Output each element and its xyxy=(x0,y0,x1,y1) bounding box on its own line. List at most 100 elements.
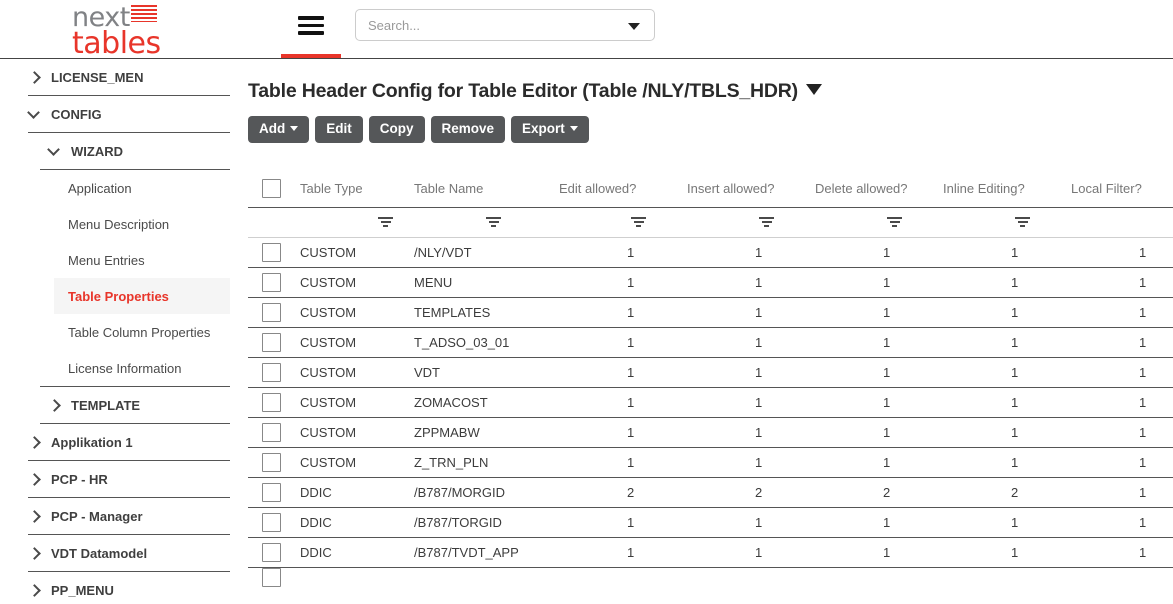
sidebar-item-menu-description[interactable]: Menu Description xyxy=(0,206,240,242)
edit-button[interactable]: Edit xyxy=(315,116,363,143)
filter-icon[interactable] xyxy=(631,216,646,228)
select-all-checkbox[interactable] xyxy=(262,179,281,199)
cell-table-type: CUSTOM xyxy=(300,334,357,350)
row-select-cell xyxy=(248,477,300,507)
export-button[interactable]: Export xyxy=(511,116,589,143)
table-row[interactable]: DDIC/B787/TORGID 1 1 1 1 1 xyxy=(248,507,1173,537)
sidebar-item-table-column-properties[interactable]: Table Column Properties xyxy=(0,314,240,350)
sidebar-item-menu-entries[interactable]: Menu Entries xyxy=(0,242,240,278)
table-header-row: Table Type Table Name Edit allowed? Insert … xyxy=(248,175,1173,207)
cell-value: 1 xyxy=(755,394,763,410)
cell-value: 1 xyxy=(627,394,635,410)
row-checkbox[interactable] xyxy=(262,512,281,532)
sidebar-item-pcp-manager[interactable]: PCP - Manager xyxy=(0,498,240,534)
copy-button[interactable]: Copy xyxy=(368,116,425,143)
table-row[interactable]: CUSTOM/NLY/VDT 1 1 1 1 1 xyxy=(248,237,1173,267)
column-header[interactable]: Delete allowed? xyxy=(815,175,943,207)
cell-value: 1 xyxy=(627,304,635,320)
add-button[interactable]: Add xyxy=(248,116,310,143)
sidebar-item-config[interactable]: CONFIG xyxy=(0,96,240,132)
table-row[interactable]: CUSTOM TEMPLATES 1 1 1 1 1 xyxy=(248,297,1173,327)
row-select-cell xyxy=(248,507,300,537)
logo[interactable]: next tables xyxy=(72,4,232,61)
sidebar-item-pcp-hr[interactable]: PCP - HR xyxy=(0,461,240,497)
sidebar-item-table-properties[interactable]: Table Properties xyxy=(54,278,230,314)
cell-table-name: ZOMACOST xyxy=(414,394,488,410)
row-checkbox[interactable] xyxy=(262,542,281,562)
table-row[interactable]: CUSTOM ZPPMABW 1 1 1 1 1 xyxy=(248,417,1173,447)
table-row[interactable] xyxy=(248,567,1173,587)
row-checkbox[interactable] xyxy=(262,362,281,382)
filter-icon[interactable] xyxy=(378,216,393,228)
sidebar-item-label: Table Properties xyxy=(68,288,169,304)
cell-value: 1 xyxy=(1139,484,1147,500)
sidebar-item-pp-menu[interactable]: PP_MENU xyxy=(0,572,240,604)
cell-value: 1 xyxy=(1139,424,1147,440)
row-checkbox[interactable] xyxy=(262,452,281,472)
table-row[interactable]: CUSTOM Z_TRN_PLN 1 1 1 1 1 xyxy=(248,447,1173,477)
filter-cell xyxy=(559,207,687,238)
sidebar-item-vdt-datamodel[interactable]: VDT Datamodel xyxy=(0,535,240,571)
cell-table-type: CUSTOM xyxy=(300,244,357,260)
caret-down-icon xyxy=(290,126,299,131)
row-checkbox[interactable] xyxy=(262,567,281,587)
row-select-cell xyxy=(248,237,300,267)
cell-value: 1 xyxy=(883,364,891,380)
column-header[interactable]: Local Filter? xyxy=(1071,175,1173,207)
cell-value: 1 xyxy=(883,304,891,320)
column-header[interactable]: Edit allowed? xyxy=(559,175,687,207)
sidebar-item-template[interactable]: TEMPLATE xyxy=(0,387,240,423)
cell-table-name: /B787/TORGID xyxy=(414,514,502,530)
action-toolbar: Add Edit Copy Remove Export xyxy=(248,116,1165,143)
table-row[interactable]: DDIC/B787/MORGID 2 2 2 2 1 xyxy=(248,477,1173,507)
hamburger-menu-icon[interactable] xyxy=(298,16,324,36)
caret-down-icon[interactable] xyxy=(805,84,822,95)
sidebar-item-license-men[interactable]: LICENSE_MEN xyxy=(0,59,240,95)
button-label: Add xyxy=(259,121,286,136)
table-row[interactable]: CUSTOM MENU 1 1 1 1 1 xyxy=(248,267,1173,297)
cell-value xyxy=(815,567,943,587)
search-box[interactable] xyxy=(355,9,655,41)
cell-value: 2 xyxy=(755,484,763,500)
sidebar-item-application[interactable]: Application xyxy=(0,170,240,206)
cell-table-type: DDIC xyxy=(300,544,332,560)
active-menu-indicator xyxy=(281,54,341,58)
row-checkbox[interactable] xyxy=(262,392,281,412)
button-label: Export xyxy=(522,121,565,136)
sidebar-item-wizard[interactable]: WIZARD xyxy=(0,133,240,169)
table-row[interactable]: CUSTOM ZOMACOST 1 1 1 1 1 xyxy=(248,387,1173,417)
row-checkbox[interactable] xyxy=(262,272,281,292)
logo-tables-text: tables xyxy=(72,26,161,61)
table-row[interactable]: CUSTOM T_ADSO_03_01 1 1 1 1 1 xyxy=(248,327,1173,357)
sidebar-item-license-information[interactable]: License Information xyxy=(0,350,240,386)
chevron-down-icon xyxy=(28,108,41,121)
row-checkbox[interactable] xyxy=(262,242,281,262)
cell-value: 1 xyxy=(755,514,763,530)
filter-icon[interactable] xyxy=(887,216,902,228)
table-row[interactable]: CUSTOM VDT 1 1 1 1 1 xyxy=(248,357,1173,387)
cell-value: 1 xyxy=(1011,544,1019,560)
filter-icon[interactable] xyxy=(1015,216,1030,228)
filter-icon[interactable] xyxy=(486,216,501,228)
table-row[interactable]: DDIC/B787/TVDT_APP 1 1 1 1 1 xyxy=(248,537,1173,567)
caret-down-icon xyxy=(569,126,578,131)
chevron-down-icon[interactable] xyxy=(628,23,640,30)
row-checkbox[interactable] xyxy=(262,302,281,322)
filter-icon[interactable] xyxy=(759,216,774,228)
cell-value: 1 xyxy=(755,244,763,260)
search-input[interactable] xyxy=(368,10,623,40)
column-header[interactable]: Insert allowed? xyxy=(687,175,815,207)
row-checkbox[interactable] xyxy=(262,332,281,352)
remove-button[interactable]: Remove xyxy=(430,116,506,143)
column-header[interactable]: Inline Editing? xyxy=(943,175,1071,207)
page-title-text: Table Header Config for Table Editor (Ta… xyxy=(248,80,798,102)
row-select-cell xyxy=(248,447,300,477)
sidebar-item-applikation-1[interactable]: Applikation 1 xyxy=(0,424,240,460)
column-header[interactable]: Table Name xyxy=(414,175,559,207)
row-select-cell xyxy=(248,297,300,327)
column-header[interactable]: Table Type xyxy=(300,175,414,207)
row-checkbox[interactable] xyxy=(262,482,281,502)
cell-value: 1 xyxy=(1011,454,1019,470)
cell-table-name: MENU xyxy=(414,274,453,290)
row-checkbox[interactable] xyxy=(262,422,281,442)
